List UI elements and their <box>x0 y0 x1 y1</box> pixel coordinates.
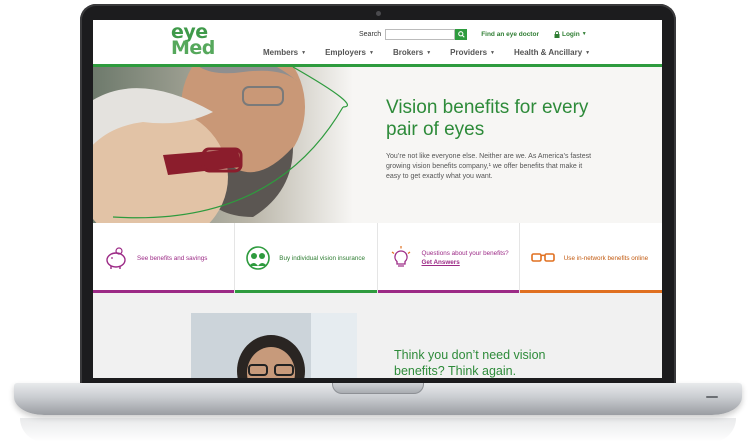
chevron-down-icon: ▼ <box>490 49 495 56</box>
feature-in-network-label: Use in-network benefits online <box>563 254 649 262</box>
nav-providers[interactable]: Providers ▼ <box>450 48 495 57</box>
search-input[interactable] <box>385 28 456 40</box>
base-indicator <box>706 396 718 398</box>
nav-health-ancillary[interactable]: Health & Ancillary ▼ <box>514 48 590 57</box>
promo-title: Think you don’t need vision benefits? Th… <box>394 348 546 378</box>
lightbulb-icon <box>391 246 410 267</box>
browser-screen: eye Med Search Find an eye doctor Login … <box>93 20 662 378</box>
nav-health-ancillary-label: Health & Ancillary <box>514 48 583 57</box>
lock-icon <box>554 30 560 38</box>
feature-insurance-label: Buy individual vision insurance <box>279 254 366 262</box>
feature-benefits-label: See benefits and savings <box>137 254 208 262</box>
feature-individual-insurance[interactable]: Buy individual vision insurance <box>235 223 378 293</box>
find-eye-doctor-link[interactable]: Find an eye doctor <box>481 31 539 38</box>
piggy-bank-icon <box>106 247 126 269</box>
utility-bar: Search Find an eye doctor Login ▼ <box>359 27 587 41</box>
nav-brokers-label: Brokers <box>392 48 424 57</box>
nav-members-label: Members <box>263 48 299 57</box>
chevron-down-icon: ▼ <box>301 49 307 56</box>
site-header: eye Med Search Find an eye doctor Login … <box>93 20 662 67</box>
camera-dot <box>376 11 381 16</box>
chevron-down-icon: ▼ <box>581 31 587 37</box>
search-button[interactable] <box>455 28 468 40</box>
feature-questions-label: Questions about your benefits? <box>421 250 509 257</box>
main-nav: Members ▼ Employers ▼ Brokers ▼ Providers ▼ … <box>263 48 609 57</box>
nav-providers-label: Providers <box>450 48 488 57</box>
laptop-reflection <box>20 418 736 442</box>
search-label: Search <box>359 30 382 38</box>
hero-title: Vision benefits for every pair of eyes <box>386 97 589 140</box>
base-notch <box>332 383 424 394</box>
eyemed-logo[interactable]: eye Med <box>171 23 217 60</box>
chevron-down-icon: ▼ <box>585 49 591 56</box>
nav-members[interactable]: Members ▼ <box>263 48 306 57</box>
people-icon <box>246 246 271 270</box>
logo-bottom: Med <box>171 37 215 59</box>
chevron-down-icon: ▼ <box>368 49 374 56</box>
get-answers-link[interactable]: Get Answers <box>422 259 460 266</box>
chevron-down-icon: ▼ <box>426 49 432 56</box>
search-icon <box>457 30 465 38</box>
nav-brokers[interactable]: Brokers ▼ <box>393 48 431 57</box>
feature-questions[interactable]: Questions about your benefits? Get Answe… <box>377 223 520 293</box>
feature-in-network[interactable]: Use in-network benefits online <box>519 223 662 293</box>
nav-employers[interactable]: Employers ▼ <box>325 48 374 57</box>
glasses-icon <box>530 253 555 262</box>
promo-photo <box>191 313 357 378</box>
promo-section: Think you don’t need vision benefits? Th… <box>93 293 662 378</box>
login-label: Login <box>561 30 580 38</box>
feature-benefits-savings[interactable]: See benefits and savings <box>93 223 236 293</box>
hero-body: You’re not like everyone else. Neither a… <box>386 153 592 180</box>
feature-questions-text: Questions about your benefits? Get Answe… <box>422 249 509 267</box>
nav-employers-label: Employers <box>325 48 366 57</box>
login-menu[interactable]: Login ▼ <box>554 31 587 38</box>
hero-photo <box>93 67 353 223</box>
hero-banner: Vision benefits for every pair of eyes Y… <box>93 67 662 223</box>
feature-row: See benefits and savings Buy individual … <box>93 223 662 293</box>
laptop-base <box>14 383 742 415</box>
